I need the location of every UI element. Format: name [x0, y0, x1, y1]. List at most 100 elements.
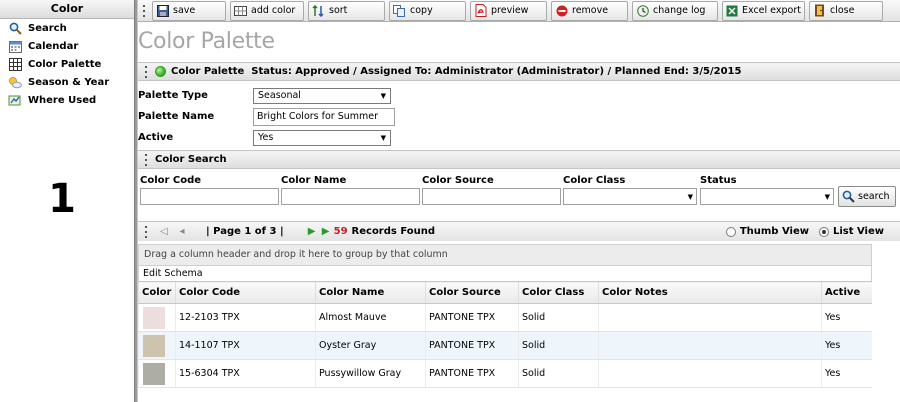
- sidebar-item-calendar[interactable]: Calendar: [0, 37, 134, 55]
- status-select[interactable]: ▼: [700, 188, 834, 205]
- cell-color-name: Oyster Gray: [315, 331, 426, 360]
- sidebar-item-season-year[interactable]: Season & Year: [0, 73, 134, 91]
- cell-color-source: PANTONE TPX: [425, 331, 519, 360]
- prev-page-icon[interactable]: ◂: [176, 226, 188, 237]
- cell-color-notes: [598, 303, 822, 332]
- thumb-view-label: Thumb View: [739, 226, 809, 237]
- change-log-icon: [636, 4, 649, 17]
- color-class-label: Color Class: [563, 175, 626, 186]
- excel-export-label: Excel export: [742, 5, 801, 16]
- column-header-color-source[interactable]: Color Source: [425, 281, 519, 304]
- search-icon: [842, 190, 855, 203]
- copy-icon: [393, 4, 406, 17]
- preview-button[interactable]: preview: [470, 0, 547, 21]
- table-row[interactable]: 14-1107 TPX Oyster Gray PANTONE TPX Soli…: [138, 331, 873, 360]
- color-swatch[interactable]: [143, 362, 165, 385]
- calendar-icon: [8, 39, 22, 53]
- status-text: Color Palette Status: Approved / Assigne…: [171, 66, 742, 77]
- preview-label: preview: [491, 5, 529, 16]
- cell-color-source: PANTONE TPX: [425, 359, 519, 388]
- table-row[interactable]: 15-6304 TPX Pussywillow Gray PANTONE TPX…: [138, 359, 873, 388]
- search-button[interactable]: search: [838, 186, 896, 207]
- section-grip-icon: [142, 65, 150, 79]
- palette-grid-icon: [8, 57, 22, 71]
- color-class-select[interactable]: ▼: [563, 188, 697, 205]
- excel-icon: [726, 4, 738, 17]
- sidebar-item-label: Calendar: [28, 40, 79, 52]
- column-header-color[interactable]: Color: [138, 281, 176, 304]
- add-color-label: add color: [251, 5, 296, 16]
- scroll-gutter: [872, 258, 900, 402]
- next-page-icon[interactable]: ▶: [306, 226, 318, 237]
- remove-icon: [555, 4, 568, 17]
- change-log-button[interactable]: change log: [632, 0, 718, 21]
- table-row[interactable]: 12-2103 TPX Almost Mauve PANTONE TPX Sol…: [138, 303, 873, 332]
- close-button[interactable]: close: [809, 0, 883, 21]
- remove-label: remove: [572, 5, 609, 16]
- status-indicator-icon: [155, 66, 166, 77]
- color-swatch[interactable]: [143, 306, 165, 329]
- sidebar-item-label: Search: [28, 22, 67, 34]
- sidebar-item-color-palette[interactable]: Color Palette: [0, 55, 134, 73]
- column-header-color-code[interactable]: Color Code: [175, 281, 316, 304]
- active-select[interactable]: Yes ▼: [253, 129, 391, 146]
- change-log-label: change log: [653, 5, 706, 16]
- sidebar-item-where-used[interactable]: Where Used: [0, 91, 134, 109]
- list-view-label: List View: [832, 226, 884, 237]
- column-header-color-notes[interactable]: Color Notes: [598, 281, 822, 304]
- close-label: close: [830, 5, 855, 16]
- edit-schema-link[interactable]: Edit Schema: [138, 266, 872, 281]
- remove-button[interactable]: remove: [551, 0, 628, 21]
- dropdown-arrow-icon: ▼: [380, 91, 386, 100]
- season-icon: [8, 75, 22, 89]
- where-used-icon: [8, 93, 22, 107]
- column-header-color-class[interactable]: Color Class: [518, 281, 599, 304]
- cell-color-code: 14-1107 TPX: [175, 331, 316, 360]
- color-search-bar: Color Search: [138, 150, 900, 169]
- save-label: save: [173, 5, 196, 16]
- color-swatch[interactable]: [143, 334, 165, 357]
- copy-button[interactable]: copy: [389, 0, 466, 21]
- sidebar: Color Search Calendar Color Palette Seas…: [0, 0, 134, 402]
- thumb-view-radio[interactable]: [725, 226, 736, 237]
- last-page-icon[interactable]: ▶: [320, 226, 332, 237]
- color-name-label: Color Name: [281, 175, 347, 186]
- column-header-active[interactable]: Active: [821, 281, 873, 304]
- cell-color-class: Solid: [518, 359, 599, 388]
- first-page-icon[interactable]: ◁: [158, 226, 170, 237]
- cell-color-source: PANTONE TPX: [425, 303, 519, 332]
- cell-color-name: Pussywillow Gray: [315, 359, 426, 388]
- magnifier-icon: [8, 21, 22, 35]
- active-label: Active: [138, 132, 174, 143]
- copy-label: copy: [410, 5, 433, 16]
- cell-color-code: 12-2103 TPX: [175, 303, 316, 332]
- sidebar-item-label: Color Palette: [28, 58, 102, 70]
- color-search-title: Color Search: [155, 154, 227, 165]
- list-view-radio[interactable]: [818, 226, 829, 237]
- toolbar: save add color sort copy preview remove …: [138, 0, 900, 22]
- palette-name-input[interactable]: Bright Colors for Summer: [253, 107, 395, 126]
- sidebar-item-search[interactable]: Search: [0, 19, 134, 37]
- color-source-input[interactable]: [422, 188, 561, 205]
- main-panel: save add color sort copy preview remove …: [138, 0, 900, 402]
- table-header-row: Color Color Code Color Name Color Source…: [138, 281, 873, 304]
- dropdown-arrow-icon: ▼: [824, 192, 830, 201]
- group-by-drop-area[interactable]: Drag a column header and drop it here to…: [138, 244, 872, 266]
- sort-button[interactable]: sort: [308, 0, 385, 21]
- toolbar-grip-icon: [140, 4, 148, 18]
- active-value: Yes: [258, 132, 274, 143]
- excel-export-button[interactable]: Excel export: [722, 0, 805, 21]
- cell-active: Yes: [821, 331, 873, 360]
- color-source-label: Color Source: [422, 175, 494, 186]
- add-color-button[interactable]: add color: [230, 0, 304, 21]
- pdf-preview-icon: [474, 4, 487, 17]
- cell-color-name: Almost Mauve: [315, 303, 426, 332]
- color-name-input[interactable]: [281, 188, 420, 205]
- palette-type-select[interactable]: Seasonal ▼: [253, 87, 391, 104]
- column-header-color-name[interactable]: Color Name: [315, 281, 426, 304]
- color-code-label: Color Code: [140, 175, 202, 186]
- save-button[interactable]: save: [152, 0, 226, 21]
- overlay-number: 1: [48, 176, 76, 222]
- sidebar-item-label: Where Used: [28, 94, 97, 106]
- color-code-input[interactable]: [140, 188, 279, 205]
